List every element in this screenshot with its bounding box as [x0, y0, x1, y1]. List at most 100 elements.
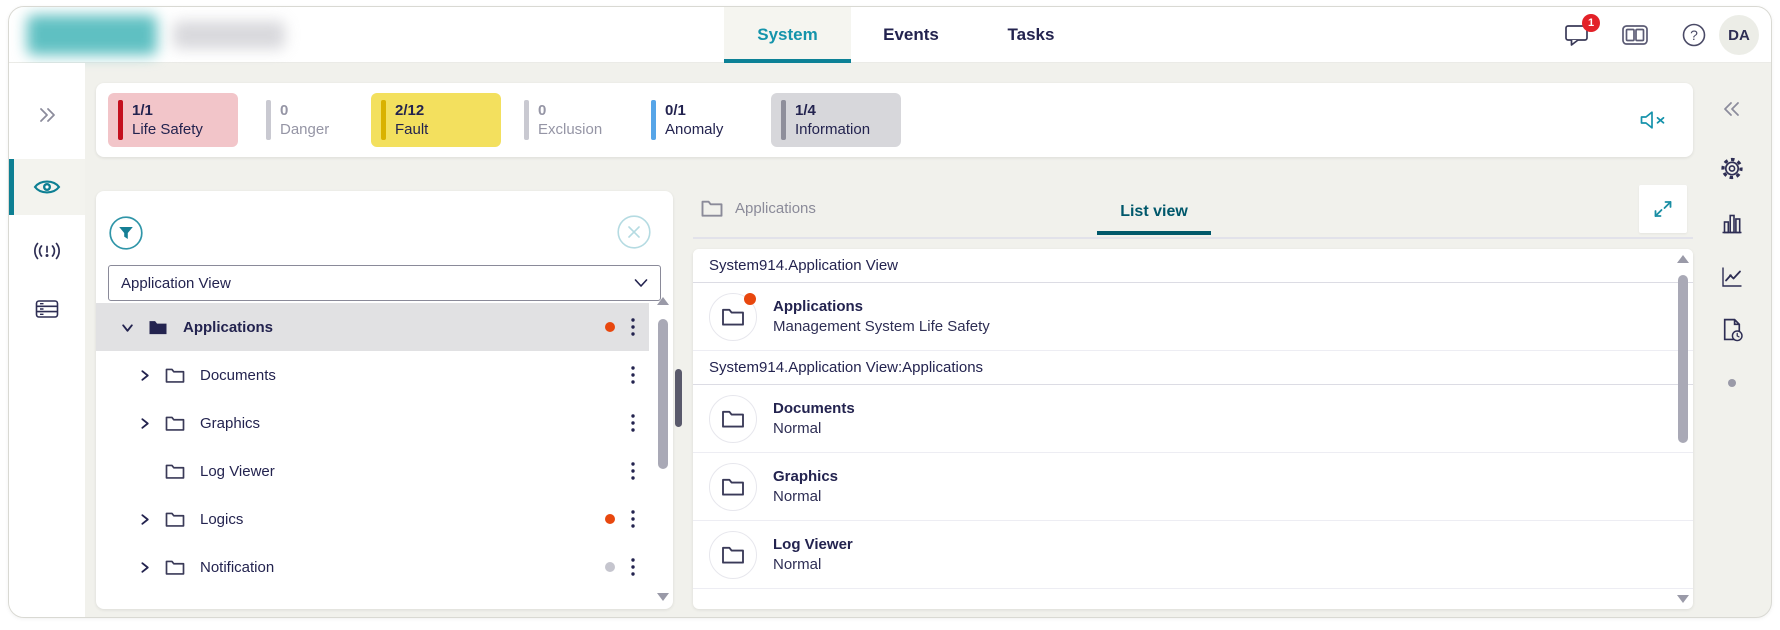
header-divider: [693, 237, 1693, 239]
messages-icon[interactable]: 1: [1563, 22, 1591, 48]
danger-label: Danger: [280, 120, 329, 139]
scheduled-reports-button[interactable]: [1720, 317, 1745, 342]
tree-row-log-viewer[interactable]: Log Viewer: [96, 447, 649, 495]
tree-row-notification[interactable]: Notification: [96, 543, 649, 591]
summary-chip-danger[interactable]: 0 Danger: [256, 93, 329, 147]
left-sidebar: [9, 63, 85, 617]
scroll-thumb[interactable]: [658, 319, 668, 469]
summary-chip-anomaly[interactable]: 0/1 Anomaly: [641, 93, 723, 147]
item-avatar: [709, 531, 757, 579]
list-group-header: System914.Application View:Applications: [693, 351, 1693, 385]
chevron-down-icon[interactable]: [120, 321, 134, 334]
list-item-log-viewer[interactable]: Log Viewer Normal: [693, 521, 1693, 589]
tree-scrollbar[interactable]: [655, 297, 671, 601]
expand-panel-button[interactable]: [1639, 185, 1687, 233]
product-name-redacted: [173, 21, 285, 49]
tab-tasks[interactable]: Tasks: [971, 7, 1091, 63]
bar-chart-icon: [1720, 211, 1745, 235]
scroll-up-arrow[interactable]: [1677, 255, 1689, 263]
sidebar-item-alarms[interactable]: [9, 223, 85, 279]
svg-text:?: ?: [1690, 27, 1698, 43]
screen: System Events Tasks 1: [0, 0, 1780, 630]
settings-button[interactable]: [1719, 155, 1746, 182]
filter-button[interactable]: [109, 216, 143, 250]
rail-indicator-dot: [1728, 379, 1736, 387]
scroll-down-arrow[interactable]: [657, 593, 669, 601]
tree-row-label: Logics: [200, 511, 243, 528]
mute-sound-button[interactable]: [1639, 109, 1667, 131]
sidebar-item-servers[interactable]: [9, 281, 85, 337]
event-dot-red: [605, 514, 615, 524]
expand-sidebar-button[interactable]: [9, 87, 85, 143]
folder-icon: [721, 477, 745, 497]
breadcrumb[interactable]: Applications: [701, 199, 816, 218]
double-chevron-left-icon: [1721, 99, 1743, 119]
anomaly-count: 0/1: [665, 101, 723, 120]
life-safety-count: 1/1: [132, 101, 203, 120]
breadcrumb-label: Applications: [735, 200, 816, 217]
item-avatar: [709, 463, 757, 511]
tree-row-logics[interactable]: Logics: [96, 495, 649, 543]
layout-columns-icon[interactable]: [1621, 24, 1649, 47]
help-icon[interactable]: ?: [1681, 22, 1707, 48]
scroll-up-arrow[interactable]: [657, 297, 669, 305]
event-summary-bar: 1/1 Life Safety 0 Danger 2/12 Fault: [96, 83, 1693, 157]
list-item-graphics[interactable]: Graphics Normal: [693, 453, 1693, 521]
user-avatar[interactable]: DA: [1719, 15, 1759, 55]
fault-color-bar: [381, 100, 386, 140]
exclusion-color-bar: [524, 100, 529, 140]
brand-logo: [27, 15, 157, 55]
row-menu-button[interactable]: [631, 558, 635, 576]
summary-chip-information[interactable]: 1/4 Information: [771, 93, 901, 147]
tab-system[interactable]: System: [724, 7, 851, 63]
tree-row-applications[interactable]: Applications: [96, 303, 649, 351]
information-color-bar: [781, 100, 786, 140]
tab-events-label: Events: [883, 25, 939, 45]
list-item-applications[interactable]: Applications Management System Life Safe…: [693, 283, 1693, 351]
right-sidebar: [1693, 63, 1771, 617]
folder-icon: [165, 559, 185, 576]
view-selector-dropdown[interactable]: Application View: [108, 265, 661, 301]
chevron-right-icon[interactable]: [137, 369, 151, 382]
danger-count: 0: [280, 101, 329, 120]
list-item-documents[interactable]: Documents Normal: [693, 385, 1693, 453]
tree-row-graphics[interactable]: Graphics: [96, 399, 649, 447]
tree-row-label: Notification: [200, 559, 274, 576]
tab-events[interactable]: Events: [851, 7, 971, 63]
top-bar: System Events Tasks 1: [9, 7, 1771, 63]
collapse-panel-button[interactable]: [1721, 99, 1743, 119]
tree-row-label: Documents: [200, 367, 276, 384]
tab-list-view[interactable]: List view: [1091, 191, 1217, 233]
scroll-thumb[interactable]: [1678, 275, 1688, 443]
tree-row-label: Graphics: [200, 415, 260, 432]
chevron-right-icon[interactable]: [137, 513, 151, 526]
summary-chip-exclusion[interactable]: 0 Exclusion: [514, 93, 602, 147]
row-menu-button[interactable]: [631, 510, 635, 528]
clear-filter-button[interactable]: [617, 215, 651, 249]
list-group-header: System914.Application View: [693, 249, 1693, 283]
sidebar-item-monitoring[interactable]: [9, 159, 85, 215]
chevron-right-icon[interactable]: [137, 561, 151, 574]
row-menu-button[interactable]: [631, 414, 635, 432]
summary-chip-fault[interactable]: 2/12 Fault: [371, 93, 501, 147]
chevron-right-icon[interactable]: [137, 417, 151, 430]
item-subtitle: Normal: [773, 487, 838, 507]
row-menu-button[interactable]: [631, 462, 635, 480]
row-menu-button[interactable]: [631, 366, 635, 384]
anomaly-label: Anomaly: [665, 120, 723, 139]
trends-button[interactable]: [1720, 265, 1745, 289]
panel-splitter-handle[interactable]: [675, 369, 682, 427]
row-menu-button[interactable]: [631, 318, 635, 336]
trend-line-icon: [1720, 265, 1745, 289]
tree-row-documents[interactable]: Documents: [96, 351, 649, 399]
summary-chip-life-safety[interactable]: 1/1 Life Safety: [108, 93, 238, 147]
list-view-underline: [1097, 231, 1211, 235]
reports-button[interactable]: [1720, 211, 1745, 235]
information-count: 1/4: [795, 101, 870, 120]
event-dot-red: [605, 322, 615, 332]
list-scrollbar[interactable]: [1675, 255, 1691, 603]
item-avatar: [709, 293, 757, 341]
folder-icon: [721, 307, 745, 327]
item-avatar: [709, 395, 757, 443]
scroll-down-arrow[interactable]: [1677, 595, 1689, 603]
